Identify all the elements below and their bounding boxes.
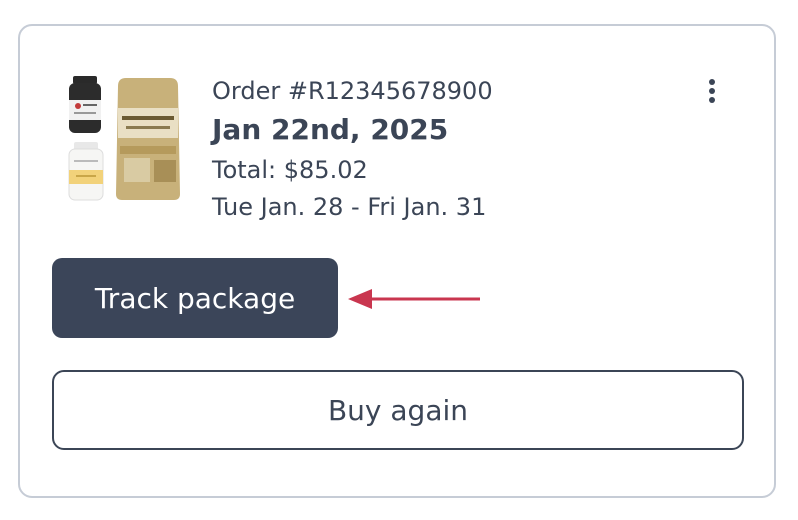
product-thumbnail-white-bottle: [68, 142, 104, 201]
buy-again-button[interactable]: Buy again: [52, 370, 744, 450]
delivery-window: Tue Jan. 28 - Fri Jan. 31: [212, 193, 487, 221]
more-vertical-icon[interactable]: [698, 74, 726, 108]
product-thumbnails: [66, 76, 186, 202]
menu-dot: [709, 97, 715, 103]
product-thumbnail-dark-bottle: [69, 76, 101, 133]
track-package-button[interactable]: Track package: [52, 258, 338, 338]
arrow-left-icon: [348, 289, 480, 309]
order-date: Jan 22nd, 2025: [212, 113, 449, 146]
order-details: Order #R12345678900 Jan 22nd, 2025 Total…: [212, 74, 493, 226]
order-number: Order #R12345678900: [212, 77, 493, 105]
order-total: Total: $85.02: [212, 156, 368, 184]
product-thumbnail-gold-pouch: [116, 78, 180, 200]
menu-dot: [709, 88, 715, 94]
menu-dot: [709, 79, 715, 85]
